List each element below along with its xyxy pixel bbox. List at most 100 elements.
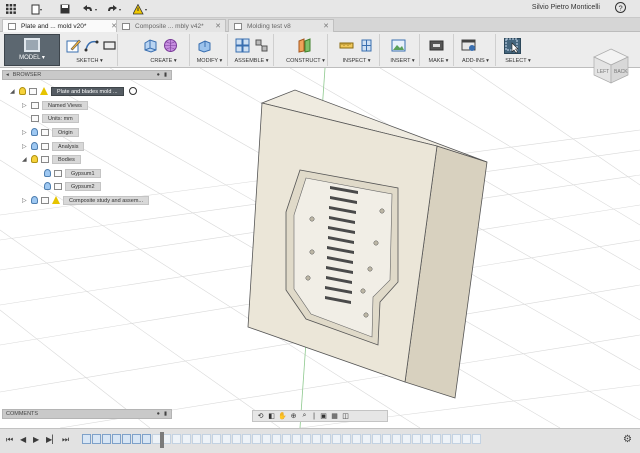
timeline-feature[interactable] [352,434,361,444]
timeline-feature[interactable] [212,434,221,444]
timeline-feature[interactable] [242,434,251,444]
timeline-feature[interactable] [112,434,121,444]
tab-molding-test[interactable]: Molding test v8 ✕ [228,19,334,32]
section-analysis-icon[interactable] [358,38,375,54]
orbit-icon[interactable]: ⟲ [256,412,265,420]
user-name[interactable]: Silvio Pietro Monticelli [532,4,600,11]
joint-icon[interactable] [253,38,269,54]
tree-item-composite-study[interactable]: ▷ Composite study and assem... [22,195,149,205]
timeline-feature[interactable] [92,434,101,444]
timeline-feature[interactable] [392,434,401,444]
press-pull-icon[interactable] [196,38,213,54]
timeline-feature[interactable] [372,434,381,444]
offset-plane-icon[interactable] [296,38,313,54]
arc-line-icon[interactable] [84,38,99,54]
collapse-icon[interactable]: ◂ [6,72,9,78]
timeline-feature[interactable] [322,434,331,444]
step-forward-icon[interactable]: ▶▏ [46,435,58,444]
timeline-feature[interactable] [362,434,371,444]
grid-settings-icon[interactable]: ▦ [330,412,339,420]
timeline-feature[interactable] [222,434,231,444]
tree-item-named-views[interactable]: ▷ Named Views [22,100,88,110]
tab-composite-assembly[interactable]: Composite ... mbly v42* ✕ [116,19,226,32]
apps-grid-icon[interactable] [4,2,18,16]
tab-plate-and-mold[interactable]: Plate and ... mold v20* ✕ [2,19,122,32]
step-back-icon[interactable]: ◀ [20,435,26,444]
help-icon[interactable]: ? [615,2,626,16]
visibility-bulb-icon[interactable] [31,196,38,204]
extrude-icon[interactable] [142,38,159,54]
workspace-switcher-button[interactable]: MODEL ▾ [4,34,60,66]
visibility-bulb-icon[interactable] [31,128,38,136]
go-to-start-icon[interactable]: ⏮ [6,435,13,445]
timeline-feature[interactable] [412,434,421,444]
expand-arrow-icon[interactable]: ▷ [22,129,28,136]
mold-block[interactable] [247,89,488,399]
timeline-feature[interactable] [312,434,321,444]
redo-icon[interactable] [106,2,124,16]
timeline-feature[interactable] [252,434,261,444]
look-at-icon[interactable]: ◧ [267,412,276,420]
timeline-feature[interactable] [102,434,111,444]
visibility-bulb-icon[interactable] [31,142,38,150]
timeline-feature[interactable] [452,434,461,444]
timeline-feature[interactable] [332,434,341,444]
tree-root[interactable]: ◢ Plate and blades mold ... [10,86,137,96]
timeline-feature[interactable] [192,434,201,444]
expand-arrow-icon[interactable]: ▷ [22,143,28,150]
visibility-bulb-icon[interactable] [44,182,51,190]
timeline-settings-gear-icon[interactable]: ⚙ [623,434,632,445]
comments-panel[interactable]: COMMENTS ● ▮ [2,409,172,419]
timeline-feature[interactable] [422,434,431,444]
timeline-feature[interactable] [302,434,311,444]
tree-item-gypsum2[interactable]: Gypsum2 [44,181,101,191]
fit-icon[interactable]: ⌕ [300,412,309,420]
timeline-marker[interactable] [160,432,164,448]
toolbar-group-insert[interactable]: INSERT ▾ [386,34,420,66]
timeline-feature[interactable] [232,434,241,444]
timeline-feature[interactable] [462,434,471,444]
toolbar-group-select[interactable]: SELECT ▾ [500,34,536,66]
timeline-feature[interactable] [132,434,141,444]
go-to-end-icon[interactable]: ⏭ [62,435,69,445]
undo-icon[interactable] [82,2,100,16]
insert-image-icon[interactable] [390,38,407,54]
viewports-icon[interactable]: ◫ [341,412,350,420]
tree-item-origin[interactable]: ▷ Origin [22,127,79,137]
tree-item-analysis[interactable]: ▷ Analysis [22,141,85,151]
timeline-feature[interactable] [382,434,391,444]
pin-icon[interactable]: ● [157,72,160,78]
activate-radio-icon[interactable] [128,87,137,95]
visibility-bulb-icon[interactable] [19,87,26,95]
play-icon[interactable]: ▶ [33,435,39,444]
zoom-icon[interactable]: ⊕ [289,412,298,420]
create-sketch-icon[interactable] [66,38,81,54]
browser-header[interactable]: ◂ BROWSER ● ▮ [2,70,172,80]
timeline-features[interactable] [82,434,532,446]
toolbar-group-construct[interactable]: CONSTRUCT ▾ [284,34,328,66]
display-settings-icon[interactable]: ▣ [319,412,328,420]
timeline-feature[interactable] [272,434,281,444]
toolbar-group-modify[interactable]: MODIFY ▾ [192,34,228,66]
timeline-feature[interactable] [202,434,211,444]
file-menu-icon[interactable] [30,2,44,16]
timeline-feature[interactable] [432,434,441,444]
select-cursor-icon[interactable] [504,37,521,54]
timeline-feature[interactable] [262,434,271,444]
add-comment-icon[interactable]: ● [157,411,160,417]
viewcube[interactable]: LEFT BACK [590,46,632,86]
timeline-feature[interactable] [342,434,351,444]
timeline-feature[interactable] [472,434,481,444]
timeline-feature[interactable] [82,434,91,444]
scripts-add-ins-icon[interactable] [460,38,477,54]
timeline-feature[interactable] [142,434,151,444]
timeline-feature[interactable] [172,434,181,444]
comments-menu-icon[interactable]: ▮ [164,411,167,417]
form-sphere-icon[interactable] [162,38,179,54]
rectangle-icon[interactable] [102,38,117,54]
tree-item-bodies[interactable]: ◢ Bodies [22,154,81,164]
timeline-feature[interactable] [292,434,301,444]
save-icon[interactable] [58,2,72,16]
expand-arrow-icon[interactable]: ▷ [22,102,28,109]
job-status-warning-icon[interactable] [132,2,150,16]
